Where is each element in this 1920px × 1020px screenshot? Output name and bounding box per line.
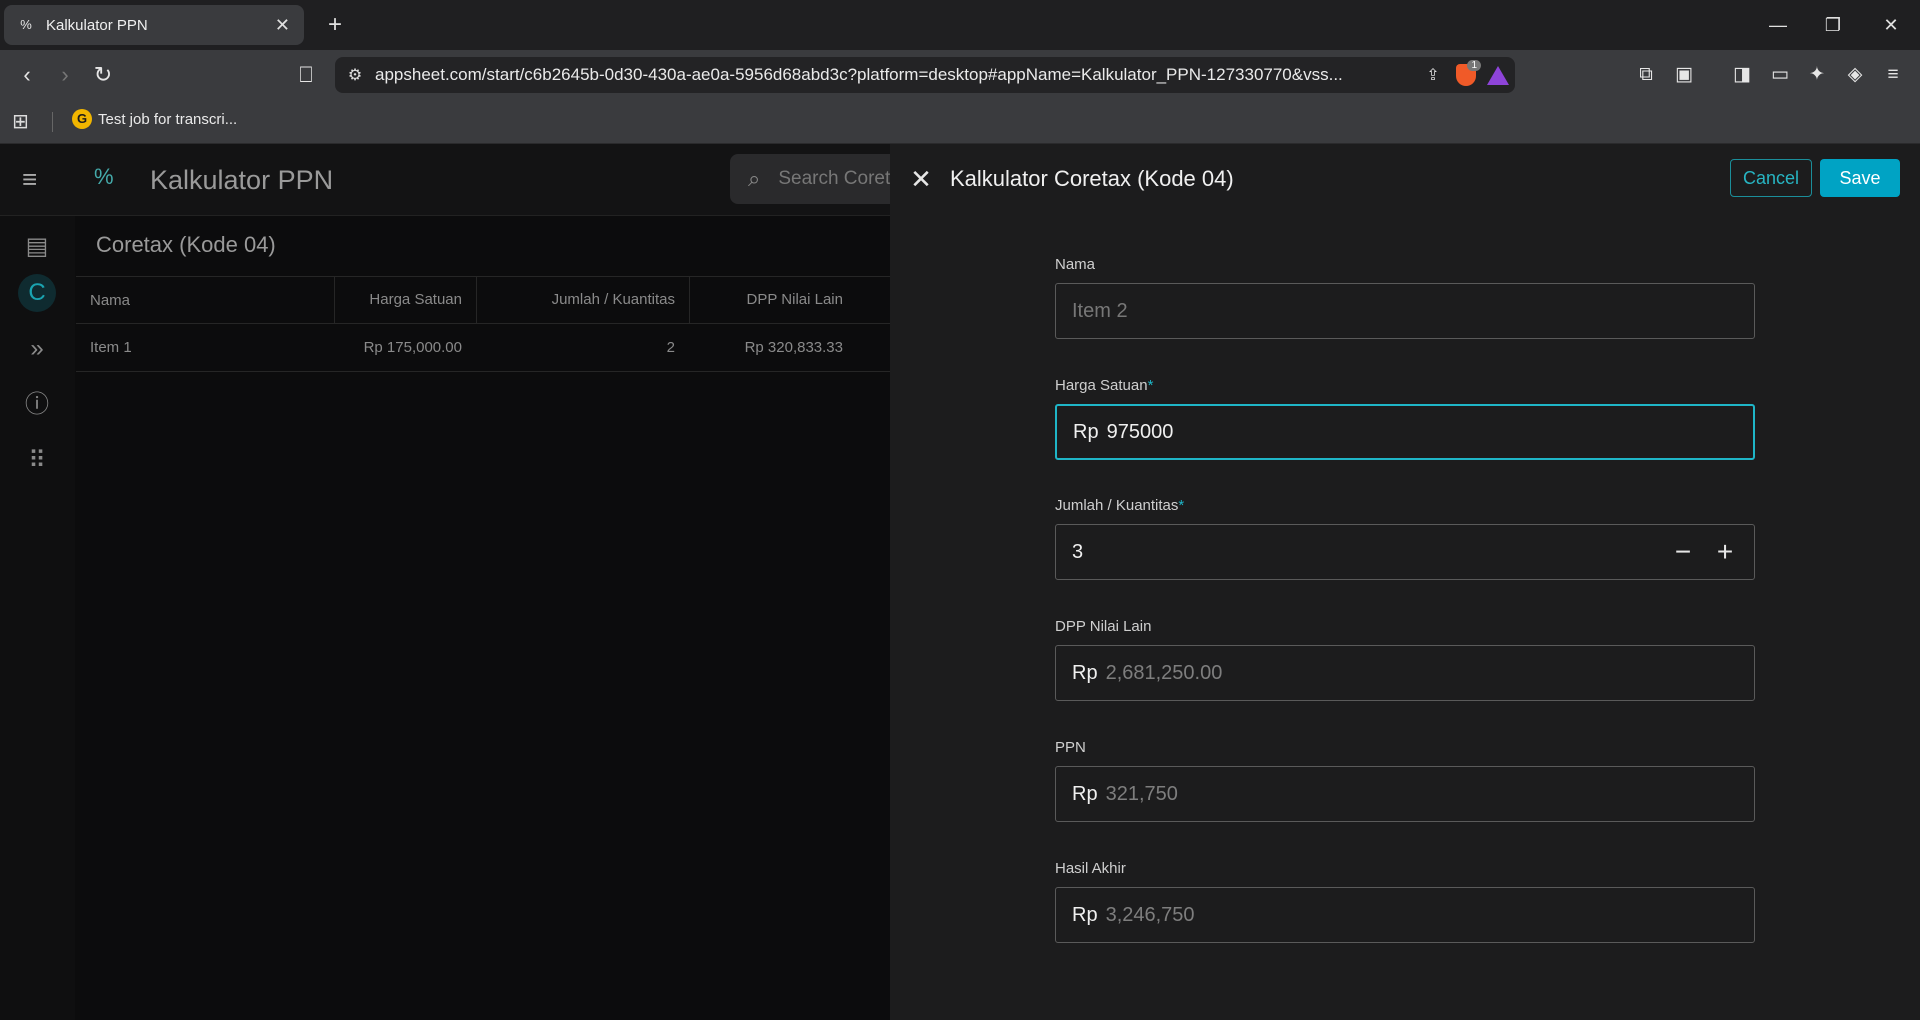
cell-harga: Rp 175,000.00 <box>363 338 462 356</box>
address-bar[interactable]: ⚙ appsheet.com/start/c6b2645b-0d30-430a-… <box>335 57 1515 93</box>
column-header-jumlah[interactable]: Jumlah / Kuantitas <box>476 276 689 324</box>
field-ppn: PPN Rp 321,750 <box>1055 739 1755 822</box>
currency-prefix: Rp <box>1073 420 1099 443</box>
label-harga: Harga Satuan* <box>1055 377 1154 394</box>
label-nama: Nama <box>1055 256 1096 273</box>
brave-rewards-icon[interactable] <box>1481 65 1515 85</box>
increment-button[interactable]: + <box>1712 538 1738 566</box>
label-ppn: PPN <box>1055 739 1086 756</box>
harga-input[interactable]: Rp 975000 <box>1055 404 1755 460</box>
bookmark-icon[interactable]: ⎕ <box>293 62 319 88</box>
close-form-icon[interactable]: ✕ <box>906 164 936 194</box>
apps-grid-icon[interactable]: ⊞ <box>12 110 36 134</box>
close-window-button[interactable]: ✕ <box>1876 10 1906 40</box>
jumlah-value: 3 <box>1072 540 1084 563</box>
nama-placeholder: Item 2 <box>1072 299 1128 322</box>
back-button[interactable]: ‹ <box>14 62 40 88</box>
tab-title: Kalkulator PPN <box>46 16 148 34</box>
bookmark-favicon-icon: G <box>72 109 92 129</box>
dpp-input[interactable]: Rp 2,681,250.00 <box>1055 645 1755 701</box>
share-icon[interactable]: ⇪ <box>1415 65 1451 85</box>
bookmark-item[interactable]: G Test job for transcri... <box>72 109 237 129</box>
new-tab-button[interactable]: + <box>320 10 350 40</box>
search-placeholder: Search Coretax <box>778 168 890 189</box>
hamburger-menu-icon[interactable]: ≡ <box>22 166 37 192</box>
save-button[interactable]: Save <box>1820 159 1900 197</box>
app-header: ≡ % Kalkulator PPN ⌕ Search Coretax <box>0 144 890 216</box>
sidebar-toggle-icon[interactable]: ◨ <box>1728 62 1756 88</box>
data-table: Nama Harga Satuan Jumlah / Kuantitas DPP… <box>76 276 890 372</box>
shield-count-badge: 1 <box>1467 60 1481 71</box>
search-field[interactable]: ⌕ Search Coretax <box>730 154 890 204</box>
app-title: Kalkulator PPN <box>150 165 334 195</box>
appsheet-app: ≡ % Kalkulator PPN ⌕ Search Coretax ▤ C … <box>0 144 1920 1020</box>
restore-window-button[interactable]: ❐ <box>1818 10 1848 40</box>
money-icon[interactable]: ▤ <box>18 228 56 266</box>
search-icon: ⌕ <box>748 166 761 191</box>
cell-nama: Item 1 <box>90 339 132 356</box>
browser-tab-strip: % Kalkulator PPN ✕ + — ❐ ✕ <box>0 0 1920 50</box>
info-icon[interactable]: ⓘ <box>18 386 56 424</box>
field-harga: Harga Satuan* Rp 975000 <box>1055 377 1755 460</box>
coretax-nav-icon[interactable]: C <box>18 274 56 312</box>
form-title: Kalkulator Coretax (Kode 04) <box>950 166 1234 191</box>
field-nama: Nama Item 2 <box>1055 256 1755 339</box>
reading-list-icon[interactable]: ▣ <box>1670 62 1698 88</box>
browser-tab[interactable]: % Kalkulator PPN ✕ <box>4 5 304 45</box>
ppn-input[interactable]: Rp 321,750 <box>1055 766 1755 822</box>
brave-shields-icon[interactable]: 1 <box>1451 60 1481 88</box>
cell-dpp: Rp 320,833.33 <box>744 338 843 356</box>
label-dpp: DPP Nilai Lain <box>1055 618 1152 635</box>
form-panel: ✕ Kalkulator Coretax (Kode 04) Cancel Sa… <box>890 144 1920 1020</box>
browser-toolbar: ‹ › ↻ ⎕ ⚙ appsheet.com/start/c6b2645b-0d… <box>0 50 1920 100</box>
quantity-stepper: − + <box>1670 538 1738 566</box>
bookmarks-divider <box>52 112 53 132</box>
minimize-window-button[interactable]: — <box>1763 10 1793 40</box>
app-favicon-icon: % <box>20 17 32 32</box>
nama-input[interactable]: Item 2 <box>1055 283 1755 339</box>
extensions-icon[interactable]: ⧉ <box>1632 62 1660 88</box>
hasil-input[interactable]: Rp 3,246,750 <box>1055 887 1755 943</box>
label-hasil: Hasil Akhir <box>1055 860 1126 877</box>
site-settings-icon[interactable]: ⚙ <box>335 65 375 85</box>
currency-prefix: Rp <box>1072 903 1098 926</box>
leo-ai-icon[interactable]: ✦ <box>1803 62 1831 88</box>
cancel-button[interactable]: Cancel <box>1730 159 1812 197</box>
currency-prefix: Rp <box>1072 782 1098 805</box>
nav-rail: ▤ C » ⓘ ⠿ <box>0 216 75 1020</box>
wallet-icon[interactable]: ▭ <box>1766 62 1794 88</box>
column-header-nama[interactable]: Nama <box>76 292 334 309</box>
menu-icon[interactable]: ≡ <box>1879 62 1907 88</box>
bookmarks-bar: ⊞ G Test job for transcri... <box>0 100 1920 144</box>
hasil-value: 3,246,750 <box>1105 903 1195 926</box>
field-hasil: Hasil Akhir Rp 3,246,750 <box>1055 860 1755 943</box>
currency-prefix: Rp <box>1072 661 1098 684</box>
apps-grid-icon[interactable]: ⠿ <box>18 442 56 480</box>
vpn-icon[interactable]: ◈ <box>1841 62 1869 88</box>
reload-button[interactable]: ↻ <box>90 62 116 88</box>
jumlah-input[interactable]: 3 − + <box>1055 524 1755 580</box>
close-tab-icon[interactable]: ✕ <box>275 15 290 36</box>
bookmark-label: Test job for transcri... <box>98 110 238 128</box>
table-row[interactable]: Item 1 Rp 175,000.00 2 Rp 320,833.33 <box>76 324 890 372</box>
chevrons-down-icon[interactable]: » <box>18 330 56 368</box>
column-header-harga[interactable]: Harga Satuan <box>334 276 476 324</box>
harga-value: 975000 <box>1106 420 1174 443</box>
label-jumlah: Jumlah / Kuantitas* <box>1055 497 1185 514</box>
forward-button[interactable]: › <box>52 62 78 88</box>
url-text[interactable]: appsheet.com/start/c6b2645b-0d30-430a-ae… <box>375 65 1415 85</box>
field-dpp: DPP Nilai Lain Rp 2,681,250.00 <box>1055 618 1755 701</box>
field-jumlah: Jumlah / Kuantitas* 3 − + <box>1055 497 1755 580</box>
app-logo-icon: % <box>94 164 114 189</box>
column-header-dpp[interactable]: DPP Nilai Lain <box>689 276 857 324</box>
cell-jumlah: 2 <box>666 338 675 356</box>
view-title: Coretax (Kode 04) <box>96 232 276 257</box>
dpp-value: 2,681,250.00 <box>1105 661 1223 684</box>
decrement-button[interactable]: − <box>1670 538 1696 566</box>
ppn-value: 321,750 <box>1105 782 1178 805</box>
table-header-row: Nama Harga Satuan Jumlah / Kuantitas DPP… <box>76 276 890 324</box>
